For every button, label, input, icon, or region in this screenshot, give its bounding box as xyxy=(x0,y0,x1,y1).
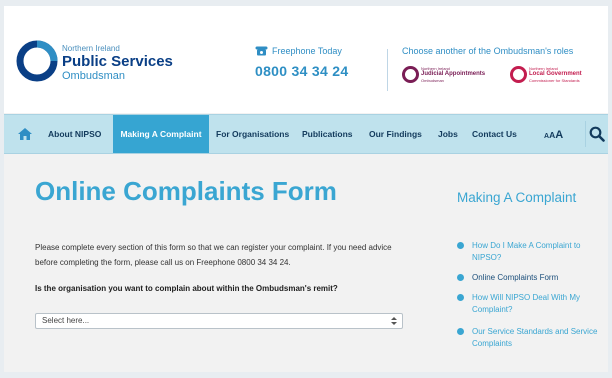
browser-viewport: Northern Ireland Public Services Ombudsm… xyxy=(4,6,608,372)
sidebar-item-label: Our Service Standards and Service Compla… xyxy=(472,327,598,348)
org-tagline: Ombudsman xyxy=(62,70,125,82)
main-nav: About NIPSO Making A Complaint For Organ… xyxy=(4,114,608,154)
home-icon xyxy=(18,128,32,140)
nav-item-our-findings[interactable]: Our Findings xyxy=(369,115,422,153)
judicial-appointments-link[interactable]: Northern Ireland Judicial Appointments O… xyxy=(402,66,485,83)
freephone-number[interactable]: 0800 34 34 24 xyxy=(255,63,385,79)
search-icon[interactable] xyxy=(589,126,605,142)
local-government-ring-icon xyxy=(510,66,527,83)
phone-icon xyxy=(255,46,268,56)
sidebar-item-online-complaints-form[interactable]: Online Complaints Form xyxy=(457,272,607,284)
nav-item-contact-us[interactable]: Contact Us xyxy=(472,115,517,153)
bullet-icon xyxy=(457,294,464,301)
updown-arrow-icon xyxy=(391,317,397,325)
role-tagline: Ombudsman xyxy=(421,78,444,83)
sidebar-item-label: How Do I Make A Complaint to NIPSO? xyxy=(472,241,581,262)
header-divider xyxy=(387,49,388,91)
bullet-icon xyxy=(457,328,464,335)
org-title: Public Services xyxy=(62,53,173,70)
nav-home[interactable] xyxy=(10,115,40,153)
nipso-logo-icon[interactable] xyxy=(16,40,58,82)
bullet-icon xyxy=(457,274,464,281)
nav-item-jobs[interactable]: Jobs xyxy=(438,115,458,153)
freephone-label: Freephone Today xyxy=(272,46,342,56)
role-title: Judicial Appointments xyxy=(421,71,486,77)
roles-heading: Choose another of the Ombudsman's roles xyxy=(402,46,574,56)
nav-item-making-a-complaint[interactable]: Making A Complaint xyxy=(113,115,209,153)
sidebar-item-how-do-i-make-a-complaint[interactable]: How Do I Make A Complaint to NIPSO? xyxy=(457,240,607,264)
nav-item-publications[interactable]: Publications xyxy=(302,115,353,153)
bullet-icon xyxy=(457,242,464,249)
remit-select[interactable]: Select here... xyxy=(35,313,403,329)
sidebar-title: Making A Complaint xyxy=(457,190,577,205)
role-title: Local Government xyxy=(529,71,582,77)
main-content: Online Complaints Form Please complete e… xyxy=(4,154,608,372)
page-title: Online Complaints Form xyxy=(35,176,337,206)
remit-question: Is the organisation you want to complain… xyxy=(35,284,338,293)
nav-divider xyxy=(585,121,586,147)
role-tagline: Commissioner for Standards xyxy=(529,78,580,83)
judicial-ring-icon xyxy=(402,66,419,83)
site-header: Northern Ireland Public Services Ombudsm… xyxy=(4,6,608,113)
org-name[interactable]: Northern Ireland Public Services Ombudsm… xyxy=(62,44,173,83)
intro-text: Please complete every section of this fo… xyxy=(35,243,392,267)
sidebar-item-service-standards[interactable]: Our Service Standards and Service Compla… xyxy=(457,326,607,350)
nav-item-about[interactable]: About NIPSO xyxy=(48,115,101,153)
sidebar-item-label: How Will NIPSO Deal With My Complaint? xyxy=(472,293,581,314)
sidebar-item-label: Online Complaints Form xyxy=(472,273,559,282)
select-value: Select here... xyxy=(42,316,90,325)
sidebar-item-how-will-nipso-deal[interactable]: How Will NIPSO Deal With My Complaint? xyxy=(457,292,607,316)
text-size-large[interactable]: A xyxy=(555,129,563,141)
freephone-block: Freephone Today 0800 34 34 24 xyxy=(255,46,385,79)
text-size-control[interactable]: AAA xyxy=(544,115,563,153)
local-government-link[interactable]: Northern Ireland Local Government Commis… xyxy=(510,66,582,83)
nav-item-for-organisations[interactable]: For Organisations xyxy=(216,115,289,153)
